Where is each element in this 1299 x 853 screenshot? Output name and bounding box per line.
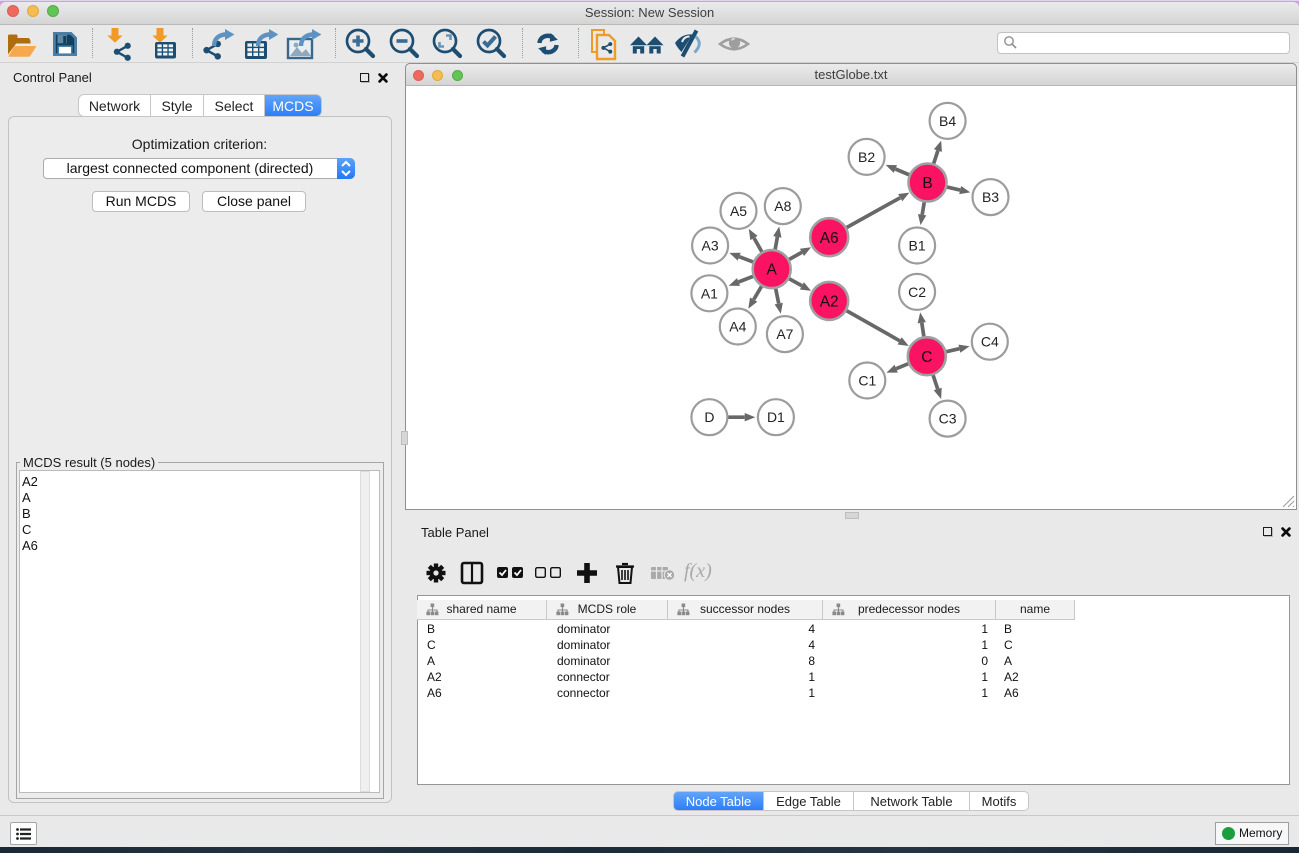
svg-text:A6: A6 — [820, 230, 839, 247]
svg-text:A: A — [767, 262, 778, 279]
svg-text:A7: A7 — [776, 326, 793, 342]
svg-text:A1: A1 — [701, 285, 718, 301]
svg-text:A4: A4 — [729, 319, 746, 335]
svg-text:B: B — [922, 175, 932, 192]
svg-text:C: C — [921, 349, 932, 366]
svg-text:A2: A2 — [820, 293, 839, 310]
svg-text:A8: A8 — [774, 198, 791, 214]
svg-text:D: D — [704, 409, 714, 425]
svg-text:A3: A3 — [702, 238, 719, 254]
svg-text:B1: B1 — [909, 238, 926, 254]
svg-text:C1: C1 — [858, 373, 876, 389]
svg-text:B3: B3 — [982, 189, 999, 205]
svg-text:A5: A5 — [730, 203, 747, 219]
svg-text:B4: B4 — [939, 113, 956, 129]
svg-text:B2: B2 — [858, 149, 875, 165]
svg-text:C2: C2 — [908, 284, 926, 300]
svg-text:D1: D1 — [767, 409, 785, 425]
svg-text:C4: C4 — [981, 334, 999, 350]
svg-text:C3: C3 — [939, 411, 957, 427]
